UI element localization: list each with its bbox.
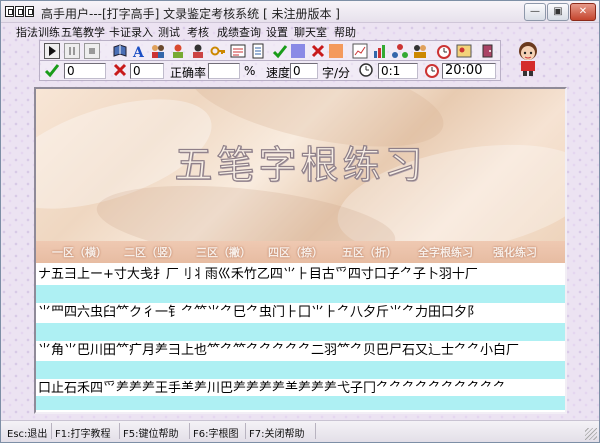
tab-zone-5[interactable]: 五区（折）: [342, 244, 397, 260]
font-icon[interactable]: A: [132, 43, 148, 59]
minimize-button[interactable]: —: [524, 3, 546, 21]
exam-card-icon[interactable]: [230, 43, 246, 59]
exit-icon[interactable]: [480, 43, 496, 59]
window-title: 高手用户---[打字高手] 文录鉴定考核系统 [ 未注册版本 ]: [41, 7, 340, 21]
chart-icon[interactable]: [352, 43, 368, 59]
menu-exam[interactable]: 考核: [187, 24, 209, 40]
typing-input-1[interactable]: [36, 285, 565, 303]
status-esc: Esc:退出: [7, 429, 48, 440]
practice-rows: ナ五⺕上ー+寸大戋扌厂⺉丬雨巛禾竹乙四⺌⺊目古⺤四寸口子⺈子卜羽十厂 ⺌⺫四六虫…: [36, 263, 565, 412]
document-icon[interactable]: [250, 43, 266, 59]
teacher-icon[interactable]: [190, 43, 206, 59]
app-window: 高手用户---[打字高手] 文录鉴定考核系统 [ 未注册版本 ] — ▣ ✕ 指…: [0, 0, 600, 443]
typing-input-2[interactable]: [36, 323, 565, 341]
svg-text:A: A: [132, 45, 145, 59]
key-icon[interactable]: [210, 43, 226, 59]
banner-title: 五笔字根练习: [174, 142, 427, 187]
contact-icon[interactable]: [456, 43, 472, 59]
accuracy-value: [208, 63, 240, 79]
check-icon: [44, 64, 60, 78]
percent-label: %: [244, 64, 256, 78]
timer-icon: [359, 63, 373, 77]
toolbar: A: [39, 40, 501, 61]
prompt-row-1: ナ五⺕上ー+寸大戋扌厂⺉丬雨巛禾竹乙四⺌⺊目古⺤四寸口子⺈子卜羽十厂: [38, 267, 478, 282]
app-logo-icon: [5, 6, 14, 17]
typing-input-4[interactable]: [36, 396, 565, 410]
ratio-value: 0:1: [378, 63, 418, 79]
menu-help[interactable]: 帮助: [334, 24, 356, 40]
user-group-icon[interactable]: [170, 43, 186, 59]
tab-zone-4[interactable]: 四区（捺）: [268, 244, 323, 260]
book-icon[interactable]: [112, 43, 128, 59]
color-square-orange-icon[interactable]: [328, 43, 344, 59]
zone-tabs: 一区（横） 二区（竖） 三区（撇） 四区（捺） 五区（折） 全字根练习 强化练习: [36, 241, 565, 263]
statistics-icon[interactable]: [372, 43, 388, 59]
status-f5: F5:键位帮助: [123, 429, 179, 440]
speed-unit: 字/分: [322, 66, 351, 80]
menu-test[interactable]: 测试: [158, 24, 180, 40]
practice-panel: 五笔字根练习 一区（横） 二区（竖） 三区（撇） 四区（捺） 五区（折） 全字根…: [34, 87, 567, 414]
correct-count: 0: [64, 63, 106, 79]
menu-wubi-teaching[interactable]: 五笔教学: [61, 24, 105, 40]
avatar: [519, 42, 537, 76]
stop-icon[interactable]: [84, 43, 100, 59]
status-f7: F7:关闭帮助: [249, 429, 305, 440]
speed-label: 速度: [266, 66, 291, 80]
cross-icon: [113, 63, 127, 77]
countdown-time: 20:00: [442, 63, 496, 79]
status-f6: F6:字根图: [193, 429, 239, 440]
prompt-row-3: ⺌角⺌巴川田⺮疒月⺶⺕上也⺮⺈⺮⺈⺈⺈⺈⺈二羽⺮⺈贝巴尸石又辶士⺈⺈小白厂: [38, 343, 520, 358]
tab-zone-3[interactable]: 三区（撇）: [196, 244, 251, 260]
alarm-clock-icon: [425, 64, 439, 78]
menu-card-entry[interactable]: 卡证录入: [109, 24, 153, 40]
maximize-button[interactable]: ▣: [547, 3, 569, 21]
status-bar: Esc:退出 F1:打字教程 F5:键位帮助 F6:字根图 F7:关闭帮助: [1, 420, 599, 442]
banner: 五笔字根练习: [36, 89, 565, 241]
app-logo-icon: [15, 6, 24, 17]
menu-chat-room[interactable]: 聊天室: [294, 24, 327, 40]
title-bar: 高手用户---[打字高手] 文录鉴定考核系统 [ 未注册版本 ] — ▣ ✕: [1, 1, 599, 23]
status-f1: F1:打字教程: [55, 429, 111, 440]
color-square-purple-icon[interactable]: [290, 43, 306, 59]
check-icon[interactable]: [272, 43, 288, 59]
accuracy-label: 正确率: [170, 66, 207, 80]
menu-fingering[interactable]: 指法训练: [16, 24, 60, 40]
alarm-clock-icon[interactable]: [436, 43, 452, 59]
network-icon[interactable]: [392, 43, 408, 59]
stats-bar: 0 0 正确率 % 速度 0 字/分 0:1 20:00: [39, 61, 501, 81]
close-button[interactable]: ✕: [570, 3, 596, 21]
tab-all-roots[interactable]: 全字根练习: [418, 244, 473, 260]
play-icon[interactable]: [44, 43, 60, 59]
prompt-row-2: ⺌⺫四六虫臼⺮ク彳一钅⺈⺮⺌⺈巳⺈虫门⺊囗⺌⺊⺈八夕斤⺌⺈力田口夕阝: [38, 305, 481, 320]
tab-intensive[interactable]: 强化练习: [493, 244, 537, 260]
menu-bar: 指法训练 五笔教学 卡证录入 测试 考核 成绩查询 设置 聊天室 帮助: [1, 23, 599, 39]
pause-icon[interactable]: [64, 43, 80, 59]
chat-users-icon[interactable]: [412, 43, 428, 59]
resize-grip[interactable]: [585, 428, 597, 440]
people-icon[interactable]: [150, 43, 166, 59]
tab-zone-2[interactable]: 二区（竖）: [124, 244, 179, 260]
cross-icon[interactable]: [310, 43, 326, 59]
wrong-count: 0: [130, 63, 164, 79]
tab-zone-1[interactable]: 一区（横）: [52, 244, 107, 260]
speed-value: 0: [290, 63, 318, 79]
menu-settings[interactable]: 设置: [266, 24, 288, 40]
menu-score-query[interactable]: 成绩查询: [217, 24, 261, 40]
typing-input-3[interactable]: [36, 361, 565, 379]
app-logo-icon: [25, 6, 34, 17]
